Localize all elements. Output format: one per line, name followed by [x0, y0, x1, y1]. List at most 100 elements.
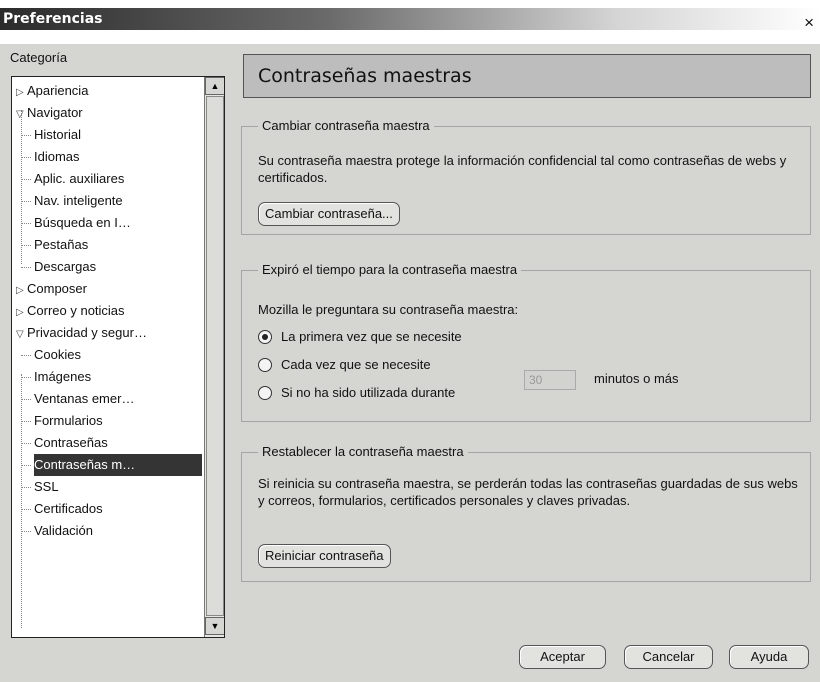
tree-branch-line — [21, 443, 31, 444]
radio-button-icon[interactable] — [258, 386, 272, 400]
tree-item-label: Composer — [27, 281, 87, 296]
panel-header: Contraseñas maestras — [243, 54, 811, 98]
tree-item[interactable]: Certificados — [34, 498, 202, 520]
radio-label: Cada vez que se necesite — [281, 357, 431, 372]
group-title: Cambiar contraseña maestra — [258, 118, 434, 133]
tree-branch-line — [21, 179, 31, 180]
tree-item-label: Ventanas emer… — [34, 391, 135, 406]
tree-branch-line — [21, 135, 31, 136]
tree-branch-line — [21, 267, 31, 268]
tree-item[interactable]: Imágenes — [34, 366, 202, 388]
tree-branch-line — [21, 377, 31, 378]
category-tree[interactable]: ▷ Apariencia ▽ Navigator Historial Idiomas Apl… — [11, 76, 225, 638]
tree-item-label: Aplic. auxiliares — [34, 171, 125, 186]
tree-item-label: Historial — [34, 127, 81, 142]
tree-branch-line — [21, 355, 31, 356]
tree-item-label: Formularios — [34, 413, 103, 428]
tree-item[interactable]: ▷ Correo y noticias — [16, 300, 202, 322]
change-password-button[interactable]: Cambiar contraseña... — [258, 202, 400, 226]
tree-item-label: Imágenes — [34, 369, 92, 384]
tree-branch-line — [21, 245, 31, 246]
tree-item-label: Búsqueda en I… — [34, 215, 131, 230]
tree-item[interactable]: Contraseñas — [34, 432, 202, 454]
scroll-down-icon[interactable]: ▼ — [205, 617, 224, 635]
tree-item-label: SSL — [34, 479, 59, 494]
scroll-up-icon[interactable]: ▲ — [205, 77, 224, 95]
tree-branch-line — [21, 509, 31, 510]
tree-item[interactable]: Aplic. auxiliares — [34, 168, 202, 190]
tree-item[interactable]: Ventanas emer… — [34, 388, 202, 410]
title-gradient — [0, 8, 820, 30]
tree-branch-line — [21, 399, 31, 400]
timeout-prompt: Mozilla le preguntara su contraseña maes… — [258, 302, 519, 317]
tree-item[interactable]: Formularios — [34, 410, 202, 432]
radio-first-time[interactable]: La primera vez que se necesite — [258, 329, 462, 344]
radio-button-icon[interactable] — [258, 330, 272, 344]
tree-item-label: Validación — [34, 523, 94, 538]
tree-branch-line — [21, 531, 31, 532]
category-label: Categoría — [10, 50, 68, 65]
tree-branch-line — [21, 487, 31, 488]
group-title: Restablecer la contraseña maestra — [258, 444, 468, 459]
tree-item[interactable]: ▽ Navigator — [16, 102, 202, 124]
collapsed-triangle-icon[interactable]: ▷ — [16, 82, 27, 104]
close-icon[interactable]: × — [804, 14, 814, 31]
tree-item-label: Contraseñas — [34, 435, 108, 450]
ok-button[interactable]: Aceptar — [519, 645, 606, 669]
tree-guide-line — [21, 374, 22, 628]
tree-item[interactable]: Búsqueda en I… — [34, 212, 202, 234]
group-description: Su contraseña maestra protege la informa… — [258, 153, 787, 185]
tree-item-label: Nav. inteligente — [34, 193, 123, 208]
tree-item[interactable]: Historial — [34, 124, 202, 146]
expanded-triangle-icon[interactable]: ▽ — [16, 324, 27, 346]
tree-item[interactable]: ▽ Privacidad y segur… — [16, 322, 202, 344]
tree-item-label: Apariencia — [27, 83, 89, 98]
tree-item-label: Certificados — [34, 501, 103, 516]
tree-item[interactable]: Validación — [34, 520, 202, 542]
reset-password-button[interactable]: Reiniciar contraseña — [258, 544, 391, 568]
radio-label: La primera vez que se necesite — [281, 329, 462, 344]
tree-guide-line — [21, 110, 22, 264]
tree-branch-line — [21, 421, 31, 422]
tree-item-label: Descargas — [34, 259, 97, 274]
tree-item-label: Navigator — [27, 105, 83, 120]
tree-branch-line — [21, 465, 31, 466]
tree-scrollbar[interactable]: ▲ ▼ — [204, 77, 224, 637]
tree-item-label: Pestañas — [34, 237, 89, 252]
tree-item[interactable]: ▷ Composer — [16, 278, 202, 300]
tree-item[interactable]: Cookies — [34, 344, 202, 366]
tree-item[interactable]: ▷ Apariencia — [16, 80, 202, 102]
help-button[interactable]: Ayuda — [729, 645, 809, 669]
panel-title: Contraseñas maestras — [258, 65, 472, 87]
tree-item[interactable]: Pestañas — [34, 234, 202, 256]
change-password-group: Cambiar contraseña maestra Su contraseña… — [241, 118, 811, 235]
title-bar: Preferencias × — [0, 0, 820, 44]
minutes-input[interactable]: 30 — [524, 370, 576, 390]
tree-item[interactable]: Nav. inteligente — [34, 190, 202, 212]
window-title: Preferencias — [3, 11, 103, 27]
collapsed-triangle-icon[interactable]: ▷ — [16, 280, 27, 302]
cancel-button[interactable]: Cancelar — [624, 645, 713, 669]
tree-item[interactable]: Descargas — [34, 256, 202, 278]
tree-item-label: Contraseñas m… — [34, 457, 136, 472]
tree-branch-line — [21, 157, 31, 158]
reset-password-group: Restablecer la contraseña maestra Si rei… — [241, 444, 811, 582]
tree-branch-line — [21, 201, 31, 202]
tree-item[interactable]: SSL — [34, 476, 202, 498]
tree-branch-line — [21, 223, 31, 224]
tree-item-label: Idiomas — [34, 149, 80, 164]
tree-item[interactable]: Contraseñas m… — [34, 454, 202, 476]
group-description: Si reinicia su contraseña maestra, se pe… — [258, 476, 798, 508]
radio-button-icon[interactable] — [258, 358, 272, 372]
minutes-label: minutos o más — [594, 371, 679, 386]
radio-idle[interactable]: Si no ha sido utilizada durante — [258, 385, 455, 400]
tree-item[interactable]: Idiomas — [34, 146, 202, 168]
group-title: Expiró el tiempo para la contraseña maes… — [258, 262, 522, 277]
tree-item-label: Cookies — [34, 347, 81, 362]
collapsed-triangle-icon[interactable]: ▷ — [16, 302, 27, 324]
expanded-triangle-icon[interactable]: ▽ — [16, 104, 27, 126]
timeout-group: Expiró el tiempo para la contraseña maes… — [241, 262, 811, 422]
scrollbar-thumb[interactable] — [206, 96, 224, 616]
radio-every-time[interactable]: Cada vez que se necesite — [258, 357, 431, 372]
preferences-window: Preferencias × Categoría ▷ Apariencia ▽ Nav… — [0, 0, 820, 682]
